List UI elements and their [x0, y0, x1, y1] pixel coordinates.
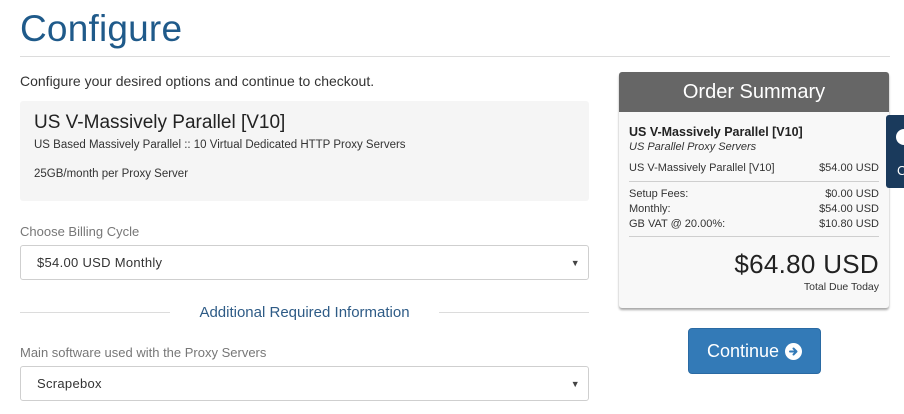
continue-label: Continue — [706, 340, 780, 361]
order-summary-header: Order Summary — [619, 72, 889, 112]
billing-cycle-value: $54.00 USD Monthly — [37, 255, 163, 270]
fee-row-monthly: Monthly: $54.00 USD — [629, 202, 879, 217]
product-description: US Based Massively Parallel :: 10 Virtua… — [34, 139, 406, 151]
software-select[interactable]: Scrapebox ▼ — [20, 366, 589, 401]
product-name: US V-Massively Parallel [V10] — [34, 112, 286, 133]
intro-text: Configure your desired options and conti… — [20, 73, 375, 89]
fee-amount: $10.80 USD — [819, 218, 879, 230]
configure-page: Configure Configure your desired options… — [0, 0, 904, 414]
total-amount: $64.80 USD — [734, 249, 879, 279]
order-summary-body: US V-Massively Parallel [V10] US Paralle… — [619, 112, 889, 293]
divider-line-left — [20, 312, 170, 313]
summary-product-group: US Parallel Proxy Servers — [629, 141, 757, 153]
total-label: Total Due Today — [803, 281, 879, 293]
additional-info-heading: Additional Required Information — [183, 303, 426, 321]
billing-cycle-select[interactable]: $54.00 USD Monthly ▼ — [20, 245, 589, 280]
summary-fees: Setup Fees: $0.00 USD Monthly: $54.00 US… — [629, 187, 879, 237]
summary-product-name: US V-Massively Parallel [V10] — [629, 125, 803, 139]
caret-down-icon: ▼ — [570, 378, 580, 389]
side-chat-tab[interactable]: C — [886, 115, 904, 188]
fee-amount: $0.00 USD — [825, 188, 879, 200]
product-extra-info: 25GB/month per Proxy Server — [34, 168, 189, 180]
title-divider — [20, 56, 890, 57]
side-tab-letter: C — [897, 163, 904, 178]
billing-cycle-label: Choose Billing Cycle — [20, 224, 140, 239]
product-info-panel: US V-Massively Parallel [V10] US Based M… — [20, 101, 589, 201]
order-summary: Order Summary US V-Massively Parallel [V… — [619, 72, 889, 308]
caret-down-icon: ▼ — [570, 257, 580, 268]
fee-label: GB VAT @ 20.00%: — [629, 218, 726, 230]
additional-info-divider: Additional Required Information — [20, 300, 589, 324]
summary-line-item: US V-Massively Parallel [V10] $54.00 USD — [629, 161, 879, 182]
fee-amount: $54.00 USD — [819, 203, 879, 215]
software-value: Scrapebox — [37, 376, 102, 391]
continue-button[interactable]: Continue — [688, 328, 821, 374]
chat-icon — [896, 129, 904, 145]
page-title: Configure — [20, 8, 183, 49]
line-item-label: US V-Massively Parallel [V10] — [629, 162, 775, 174]
fee-row-setup: Setup Fees: $0.00 USD — [629, 187, 879, 202]
line-item-amount: $54.00 USD — [819, 162, 879, 174]
fee-label: Setup Fees: — [629, 188, 689, 200]
software-label: Main software used with the Proxy Server… — [20, 345, 267, 360]
fee-row-vat: GB VAT @ 20.00%: $10.80 USD — [629, 217, 879, 232]
divider-line-right — [439, 312, 589, 313]
arrow-circle-right-icon — [785, 342, 803, 360]
fee-label: Monthly: — [629, 203, 671, 215]
